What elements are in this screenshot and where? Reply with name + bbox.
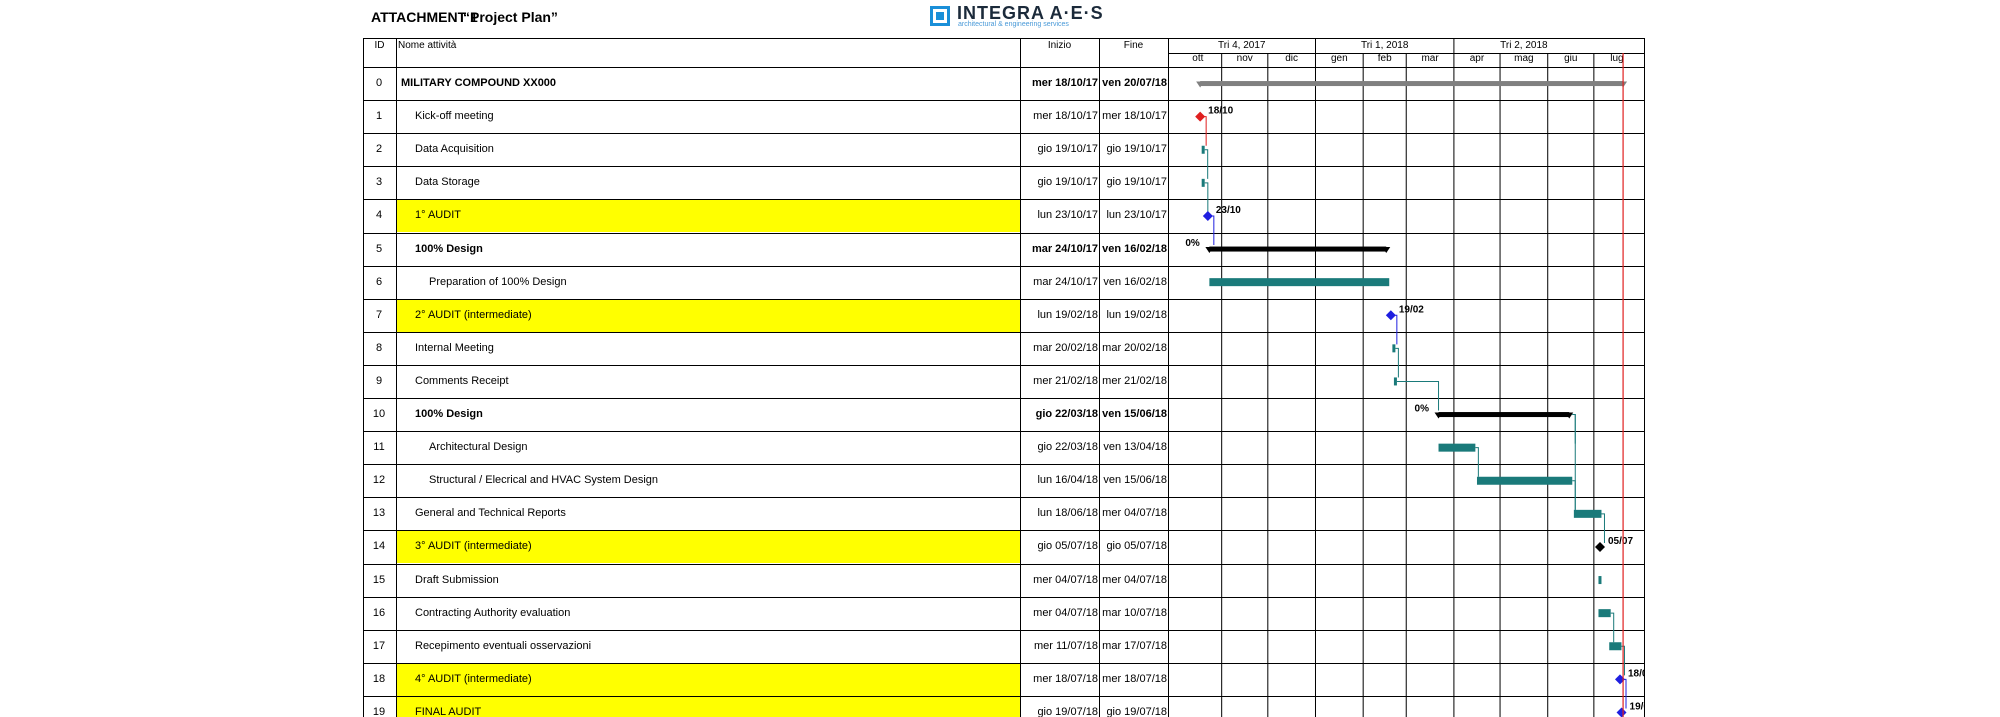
gantt-project-plan: ID Nome attività Inizio Fine ott nov dic ge… <box>363 38 1645 717</box>
dependency-connector <box>1475 447 1479 477</box>
summary-bar <box>1209 246 1387 252</box>
task-bar <box>1201 178 1205 187</box>
task-bar <box>1438 443 1476 452</box>
task-bar <box>1598 609 1611 618</box>
dependency-connector <box>1395 347 1399 378</box>
task-bar <box>1209 278 1390 287</box>
milestone-diamond <box>1385 310 1396 321</box>
milestone-diamond <box>1202 210 1213 221</box>
task-bar <box>1201 145 1205 154</box>
summary-bar <box>1438 412 1570 418</box>
dependency-connector <box>1204 182 1209 212</box>
milestone-date-label: 19/02 <box>1399 304 1424 315</box>
gantt-chart-area: 18/10 23/10 0% 19/02 0% 05/07 18/07 19/07 <box>363 38 1645 717</box>
summary-progress-label: 0% <box>1415 404 1430 415</box>
dependency-connector <box>1610 612 1615 643</box>
task-bar <box>1393 377 1397 386</box>
dependency-connector <box>1393 314 1398 345</box>
milestone-diamond <box>1595 541 1606 552</box>
logo-subtitle: architectural & engineering services <box>958 21 1069 28</box>
task-bar <box>1598 576 1602 585</box>
dependency-connector <box>1601 513 1605 543</box>
dependency-connector <box>1204 149 1209 179</box>
task-bar <box>1609 642 1622 651</box>
dependency-connector <box>1203 116 1207 146</box>
dependency-connector <box>1210 215 1215 246</box>
summary-progress-label: 0% <box>1185 238 1200 249</box>
task-bar <box>1573 509 1602 518</box>
milestone-date-label: 18/07 <box>1628 668 1645 679</box>
milestone-date-label: 05/07 <box>1608 536 1633 547</box>
dependency-connector <box>1572 414 1576 510</box>
task-bar <box>1392 344 1396 353</box>
integra-logo-icon <box>930 6 950 26</box>
project-summary-bar <box>1200 81 1624 87</box>
attachment-label: ATTACHMENT 1 <box>371 9 478 25</box>
milestone-date-label: 23/10 <box>1216 205 1241 216</box>
document-title: “Project Plan” <box>463 9 558 25</box>
milestone-diamond <box>1616 707 1627 717</box>
milestone-diamond <box>1195 111 1206 122</box>
milestone-date-label: 19/07 <box>1630 701 1645 712</box>
milestone-date-label: 18/10 <box>1208 106 1233 117</box>
task-bar <box>1476 476 1573 485</box>
